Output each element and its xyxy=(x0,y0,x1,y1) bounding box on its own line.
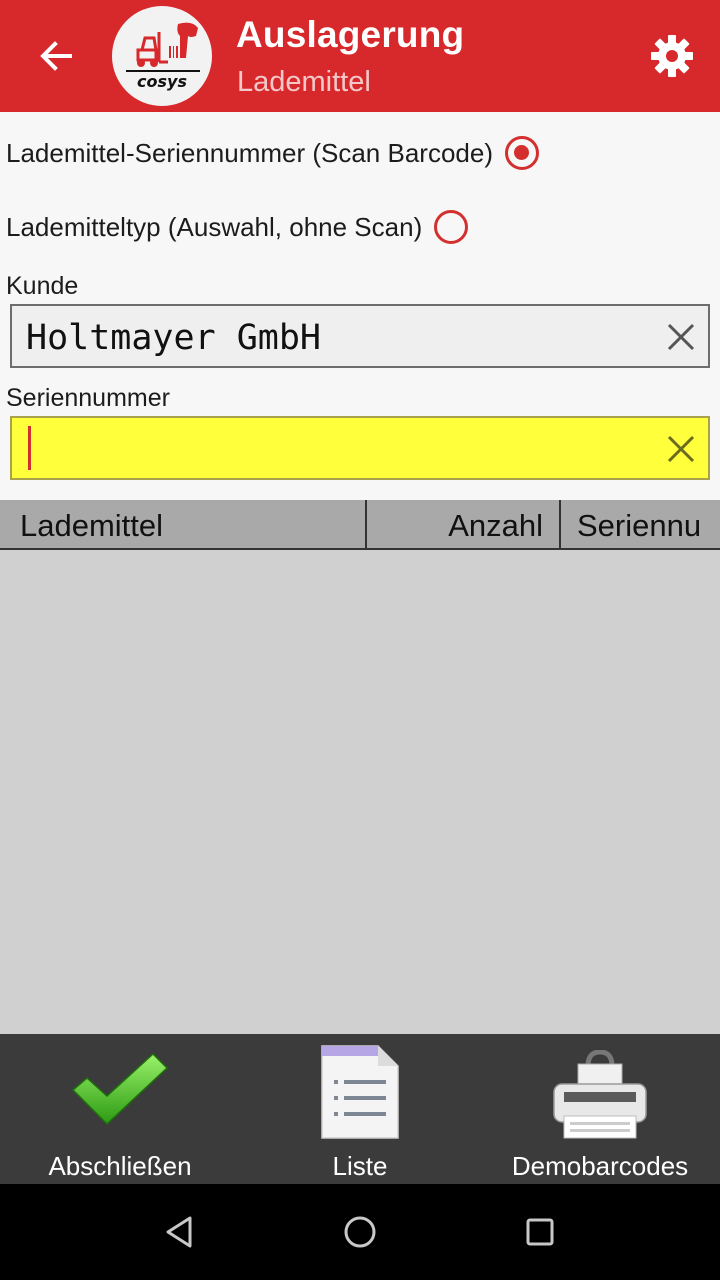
serial-label: Seriennummer xyxy=(6,384,170,412)
page-title: Auslagerung xyxy=(236,14,465,55)
checkmark-icon xyxy=(71,1052,169,1126)
system-nav-bar xyxy=(0,1184,720,1280)
back-button[interactable] xyxy=(26,26,86,86)
arrow-left-icon xyxy=(40,41,72,71)
list-button[interactable]: Liste xyxy=(240,1034,480,1184)
app-logo: cosys xyxy=(112,6,212,106)
column-header-seriennummer[interactable]: Seriennu xyxy=(561,500,720,548)
customer-value: Holtmayer GmbH xyxy=(26,318,322,358)
radio-button-checked[interactable] xyxy=(505,136,539,170)
demobarcodes-label: Demobarcodes xyxy=(511,1151,689,1181)
app-bar: cosys Auslagerung Lademittel xyxy=(0,0,720,112)
demobarcodes-button[interactable]: Demobarcodes xyxy=(480,1034,720,1184)
recents-square-icon[interactable] xyxy=(520,1212,560,1252)
table-body xyxy=(0,550,720,1034)
list-label: Liste xyxy=(332,1151,388,1181)
gear-icon xyxy=(651,35,693,77)
printer-icon xyxy=(553,1050,647,1139)
column-header-anzahl[interactable]: Anzahl xyxy=(367,500,561,548)
option-serial-scan[interactable]: Lademittel-Seriennummer (Scan Barcode) xyxy=(6,136,539,170)
customer-label: Kunde xyxy=(6,272,79,300)
settings-button[interactable] xyxy=(644,28,700,84)
text-cursor xyxy=(28,426,31,470)
option-type-select-label: Lademitteltyp (Auswahl, ohne Scan) xyxy=(6,211,423,242)
clear-serial-icon[interactable] xyxy=(664,432,698,466)
back-triangle-icon[interactable] xyxy=(160,1212,200,1252)
radio-button-unchecked[interactable] xyxy=(434,210,469,244)
page-subtitle: Lademittel xyxy=(237,66,371,98)
customer-field[interactable]: Holtmayer GmbH xyxy=(10,304,710,368)
serial-input[interactable] xyxy=(10,416,710,480)
home-circle-icon[interactable] xyxy=(340,1212,380,1252)
document-list-icon xyxy=(321,1045,399,1139)
finish-label: Abschließen xyxy=(48,1151,192,1181)
action-bar: Abschließen Liste Demobarcodes xyxy=(0,1034,720,1184)
clear-customer-icon[interactable] xyxy=(664,320,698,354)
finish-button[interactable]: Abschließen xyxy=(0,1034,240,1184)
option-serial-scan-label: Lademittel-Seriennummer (Scan Barcode) xyxy=(6,137,493,168)
table-header: Lademittel Anzahl Seriennu xyxy=(0,500,720,550)
svg-text:cosys: cosys xyxy=(137,72,187,91)
column-header-lademittel[interactable]: Lademittel xyxy=(0,500,367,548)
option-type-select[interactable]: Lademitteltyp (Auswahl, ohne Scan) xyxy=(6,210,469,244)
